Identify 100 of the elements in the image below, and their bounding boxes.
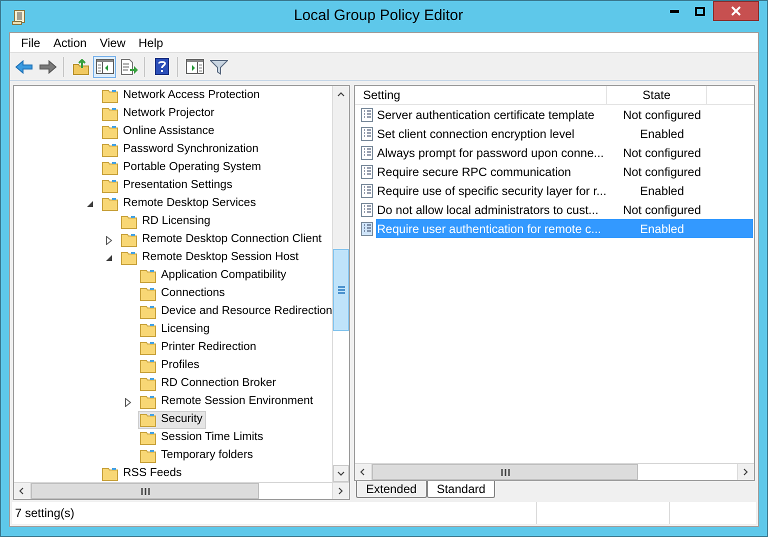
setting-row[interactable]: Always prompt for password upon conne... Not configured (355, 143, 754, 162)
scroll-document-icon (12, 8, 26, 24)
tree-item[interactable]: Password Synchronization (100, 141, 262, 159)
tree-item[interactable]: Device and Resource Redirection (138, 303, 332, 321)
grip-icon (140, 488, 150, 494)
setting-name: Do not allow local administrators to cust... (376, 202, 600, 218)
setting-state: Not configured (622, 106, 702, 124)
tree-item[interactable]: Security (138, 411, 206, 429)
scrollbar-thumb[interactable] (31, 483, 259, 499)
tree-item[interactable]: Remote Desktop Session Host (119, 249, 302, 267)
folder-icon (102, 89, 118, 103)
setting-row[interactable]: Require use of specific security layer for r... Enabled (355, 181, 754, 200)
window-title: Local Group Policy Editor (294, 6, 464, 26)
menu-item[interactable]: File (16, 34, 46, 52)
close-button[interactable] (713, 1, 759, 21)
folder-icon (102, 143, 118, 157)
setting-state: Not configured (622, 144, 702, 162)
setting-row[interactable]: Set client connection encryption level Enabled (355, 124, 754, 143)
folder-icon (102, 197, 118, 211)
setting-row[interactable]: Do not allow local administrators to cust... Not configured (355, 200, 754, 219)
menu-item[interactable]: View (94, 34, 130, 52)
setting-row[interactable]: Server authentication certificate template Not configured (355, 105, 754, 124)
setting-state: Enabled (638, 126, 686, 142)
tree-item[interactable]: Network Projector (100, 105, 218, 123)
tree-pane-icon (96, 59, 114, 74)
tree-item[interactable]: Network Access Protection (100, 87, 263, 105)
scroll-up-icon[interactable] (337, 90, 345, 98)
column-header[interactable]: Setting (355, 86, 607, 104)
setting-state: Enabled (638, 182, 686, 200)
tree-item[interactable]: Temporary folders (138, 447, 256, 465)
tree-item[interactable]: RSS Feeds (100, 465, 185, 482)
folder-icon (140, 449, 156, 463)
folder-icon (102, 467, 118, 481)
folder-icon (140, 359, 156, 373)
scrollbar-thumb[interactable] (333, 249, 349, 331)
menu-item[interactable]: Help (134, 34, 168, 52)
tree-item[interactable]: RD Connection Broker (138, 375, 280, 393)
setting-state: Not configured (622, 202, 702, 218)
folder-icon (102, 107, 118, 121)
scroll-left-icon[interactable] (18, 487, 26, 495)
folder-icon (140, 395, 156, 409)
folder-up-icon (72, 58, 88, 74)
help-icon (154, 58, 168, 75)
view-tab[interactable]: Standard (426, 481, 496, 498)
scroll-right-icon[interactable] (742, 468, 750, 476)
close-icon (731, 6, 741, 16)
setting-name: Require user authentication for remote c... (376, 220, 602, 238)
tree-item[interactable]: Remote Desktop Connection Client (119, 231, 325, 249)
column-header[interactable]: State (607, 86, 707, 104)
properties-pane-icon (186, 59, 204, 74)
expanded-arrow-icon[interactable] (86, 200, 94, 208)
folder-icon (140, 431, 156, 445)
maximize-icon (695, 6, 705, 16)
setting-icon (361, 146, 373, 160)
scroll-down-icon[interactable] (337, 470, 345, 478)
back-arrow-icon (14, 60, 32, 74)
toolbar-button[interactable] (93, 56, 116, 78)
scroll-right-icon[interactable] (337, 487, 345, 495)
folder-icon (121, 251, 137, 265)
tree-item[interactable]: RD Licensing (119, 213, 214, 231)
status-text: 7 setting(s) (12, 502, 537, 524)
folder-icon (140, 323, 156, 337)
setting-icon (361, 184, 373, 198)
menu-item[interactable]: Action (48, 34, 92, 52)
collapsed-arrow-icon[interactable] (105, 236, 113, 244)
tree-item[interactable]: Presentation Settings (100, 177, 236, 195)
tree-item[interactable]: Session Time Limits (138, 429, 266, 447)
tree-item[interactable]: Application Compatibility (138, 267, 290, 285)
folder-icon (140, 413, 156, 427)
tree-item[interactable]: Licensing (138, 321, 213, 339)
scrollbar-thumb[interactable] (372, 464, 638, 480)
tree-item[interactable]: Printer Redirection (138, 339, 260, 357)
tree-item[interactable]: Remote Session Environment (138, 393, 316, 411)
expanded-arrow-icon[interactable] (105, 254, 113, 262)
setting-name: Server authentication certificate template (376, 106, 596, 124)
view-tab[interactable]: Extended (356, 481, 427, 498)
minimize-icon (670, 10, 678, 12)
grip-icon (338, 286, 344, 294)
setting-icon (361, 126, 373, 140)
tree-item[interactable]: Online Assistance (100, 123, 218, 141)
setting-name: Set client connection encryption level (376, 126, 576, 142)
folder-icon (140, 305, 156, 319)
collapsed-arrow-icon[interactable] (124, 398, 132, 406)
tree-item[interactable]: Remote Desktop Services (100, 195, 259, 213)
forward-arrow-icon (38, 60, 56, 74)
folder-icon (140, 377, 156, 391)
tree-item[interactable]: Connections (138, 285, 228, 303)
setting-state: Not configured (622, 164, 702, 180)
folder-icon (102, 125, 118, 139)
setting-icon (361, 164, 373, 178)
tree-item[interactable]: Portable Operating System (100, 159, 264, 177)
setting-name: Require use of specific security layer for r... (376, 182, 608, 200)
setting-row[interactable]: Require secure RPC communication Not configured (355, 162, 754, 181)
folder-icon (102, 179, 118, 193)
grip-icon (500, 468, 510, 476)
filter-icon (210, 58, 228, 74)
tree-item[interactable]: Profiles (138, 357, 202, 375)
setting-name: Require secure RPC communication (376, 164, 572, 180)
scroll-left-icon[interactable] (359, 468, 367, 476)
folder-icon (140, 341, 156, 355)
